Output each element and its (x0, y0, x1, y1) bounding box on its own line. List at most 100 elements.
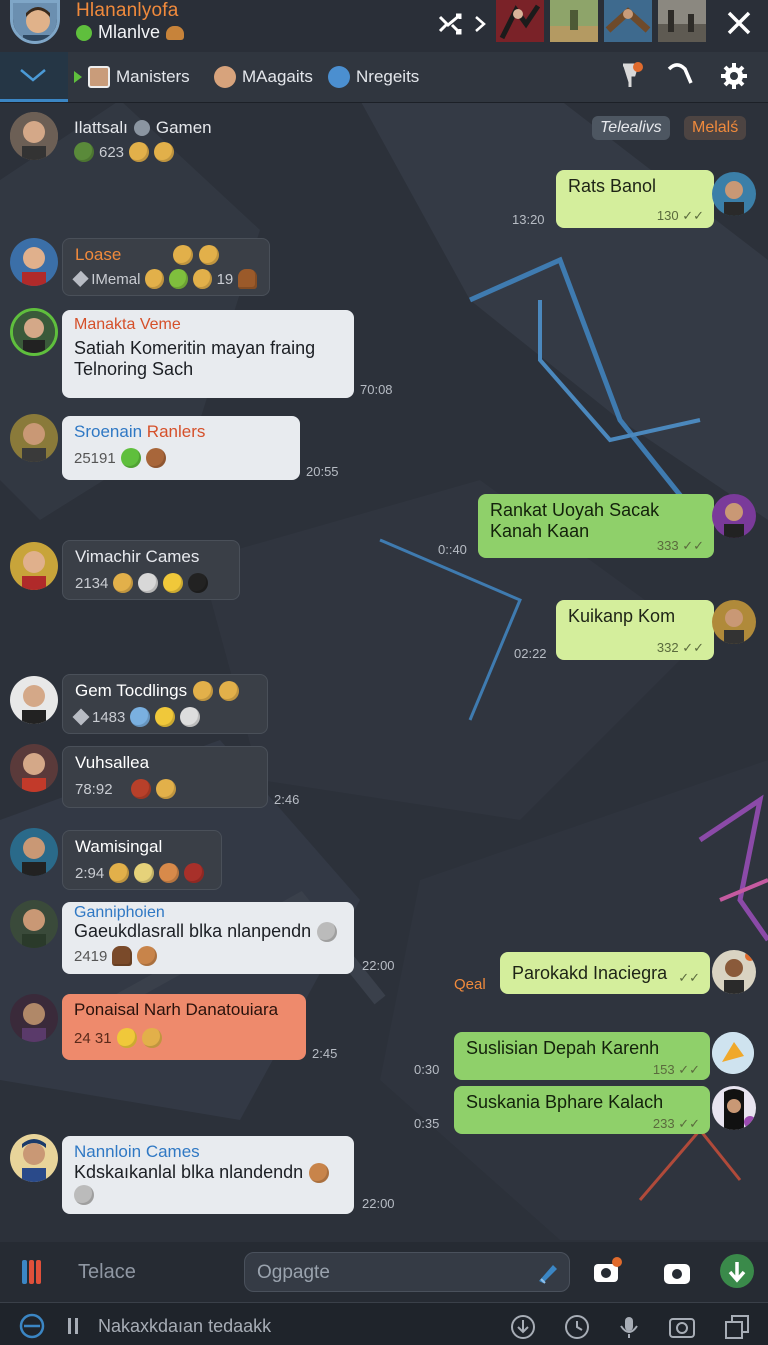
camera-icon[interactable] (592, 1256, 622, 1286)
avatar[interactable] (10, 414, 58, 462)
avatar[interactable] (712, 494, 756, 538)
message-sub: 24 31 (74, 1028, 294, 1048)
message-text: Suslisian Depah Karenh (466, 1038, 660, 1058)
emoji-icon (154, 142, 175, 162)
emoji-icon (192, 269, 212, 289)
avatar[interactable] (10, 828, 58, 876)
media-thumbnail-2[interactable] (550, 0, 598, 42)
message-bubble-in[interactable]: Loase IMemal 19 (62, 238, 270, 296)
message-bubble-out[interactable]: Suskania Bphare Kalach 233 ✓✓ (454, 1086, 710, 1134)
avatar[interactable] (10, 994, 58, 1042)
bars-icon[interactable] (20, 1258, 44, 1286)
avatar[interactable] (712, 172, 756, 216)
sender-name: Nannloin Cames (74, 1142, 200, 1161)
message-sub-text: 25191 (74, 449, 116, 467)
emoji-icon (155, 779, 176, 799)
screenshot-icon[interactable] (668, 1314, 696, 1340)
composer-label: Telace (78, 1261, 136, 1283)
footer-pause-icon (66, 1316, 82, 1336)
avatar[interactable] (10, 542, 58, 590)
contact-avatar[interactable] (10, 0, 60, 44)
emoji-icon (169, 269, 188, 289)
message-input[interactable]: Ogpagte (244, 1252, 570, 1292)
tab-nregeits[interactable]: Nregeits (328, 64, 419, 90)
message-sub: 2:94 (75, 863, 209, 883)
emoji-icon (113, 573, 134, 593)
pill-telealivs[interactable]: Telealivs (592, 116, 670, 140)
top-row-name-text: Ilattsalı (74, 118, 128, 137)
message-attachments (74, 1185, 342, 1210)
clock-icon[interactable] (564, 1314, 590, 1340)
send-icon (728, 1262, 746, 1283)
sender-name-text: Vimachir Cames (75, 547, 200, 566)
avatar[interactable] (10, 238, 58, 286)
sender-name: Gem Tocdlings (75, 681, 255, 701)
avatar[interactable] (10, 308, 58, 356)
mic-icon[interactable] (616, 1314, 642, 1340)
download-icon[interactable] (510, 1314, 536, 1340)
message-bubble-in[interactable]: Nannloin Cames Kdskaıkanlal blka nlanden… (62, 1136, 354, 1214)
call-icon[interactable] (664, 60, 694, 90)
message-bubble-in[interactable]: Wamisingal 2:94 (62, 830, 222, 890)
message-bubble-in[interactable]: Manakta Veme Satiah Komeritin mayan frai… (62, 310, 354, 398)
sender-name-b: Ranlers (146, 422, 206, 441)
top-row-game: Gamen (155, 118, 212, 137)
message-bubble-in[interactable]: Ponaisal Narh Danatouiara 24 31 (62, 994, 306, 1060)
emoji-icon (109, 863, 130, 883)
close-icon[interactable] (722, 6, 756, 40)
message-bubble-out[interactable]: Suslisian Depah Karenh 153 ✓✓ (454, 1032, 710, 1080)
message-bubble-in[interactable]: Sroenain Ranlers 25191 (62, 416, 300, 480)
pen-icon[interactable] (535, 1259, 561, 1285)
pin-icon[interactable] (618, 60, 646, 90)
send-button[interactable] (720, 1254, 754, 1288)
collapse-tab[interactable] (0, 52, 68, 102)
message-bubble-out[interactable]: Kuikanp Kom 332 ✓✓ (556, 600, 714, 660)
pill-melals[interactable]: Melalś (684, 116, 747, 140)
shuffle-icon[interactable] (436, 10, 464, 38)
avatar[interactable] (10, 744, 58, 792)
sender-name: Ganniphoien (74, 904, 165, 921)
message-bubble-in[interactable]: Vimachir Cames 2134 (62, 540, 240, 600)
tab-manisters[interactable]: Manisters (74, 64, 190, 90)
top-row-name: Ilattsalı Gamen (74, 118, 212, 138)
media-thumbnail-4[interactable] (658, 0, 706, 42)
sender-name: Vuhsallea (75, 753, 150, 772)
message-text: Parokakd Inaciegra (512, 963, 668, 983)
circle-icon (133, 120, 150, 136)
tab-magaits[interactable]: MAagaits (214, 64, 313, 90)
message-bubble-in[interactable]: Ganniphoien Gaeukdlasrall blka nlanpendn… (62, 902, 354, 974)
emoji-icon (145, 269, 165, 289)
message-sub: IMemal 19 (72, 269, 257, 289)
message-meta: 153 ✓✓ (652, 1062, 700, 1077)
apple-icon (184, 863, 205, 883)
message-bubble-out[interactable]: Rats Banol 130 ✓✓ (556, 170, 714, 228)
message-bubble-in[interactable]: Vuhsallea 78:92 (62, 746, 268, 808)
avatar[interactable] (10, 1134, 58, 1182)
message-sub: 78:92 (75, 779, 255, 799)
timestamp: 2:46 (274, 792, 300, 807)
avatar[interactable] (712, 1086, 756, 1130)
media-thumbnail-3[interactable] (604, 0, 652, 42)
message-bubble-in[interactable]: Gem Tocdlings 1483 (62, 674, 268, 734)
windows-icon[interactable] (724, 1314, 752, 1340)
avatar[interactable] (10, 112, 58, 160)
photo-icon[interactable] (662, 1258, 692, 1286)
avatar[interactable] (712, 950, 756, 994)
message-text-content: Kdskaıkanlal blka nlandendn (74, 1162, 304, 1182)
sender-name: Sroenain Ranlers (74, 422, 288, 442)
gear-icon[interactable] (718, 60, 750, 92)
no-entry-icon[interactable] (18, 1312, 46, 1340)
avatar[interactable] (712, 1032, 754, 1074)
avatar[interactable] (10, 676, 58, 724)
media-thumbnail-1[interactable] (496, 0, 544, 42)
chevron-right-icon[interactable] (472, 12, 488, 36)
avatar[interactable] (10, 900, 58, 948)
message-bubble-out[interactable]: Rankat Uoyah Sacak Kanah Kaan 333 ✓✓ (478, 494, 714, 558)
message-text: Rats Banol (568, 176, 657, 196)
message-bubble-out[interactable]: Parokakd Inaciegra ✓✓ (500, 952, 710, 994)
tab-label: Manisters (116, 67, 190, 86)
message-text: Rankat Uoyah Sacak (490, 500, 660, 520)
message-text: Telnoring Sach (74, 359, 194, 379)
avatar[interactable] (712, 600, 756, 644)
message-text: Suskania Bphare Kalach (466, 1092, 664, 1112)
